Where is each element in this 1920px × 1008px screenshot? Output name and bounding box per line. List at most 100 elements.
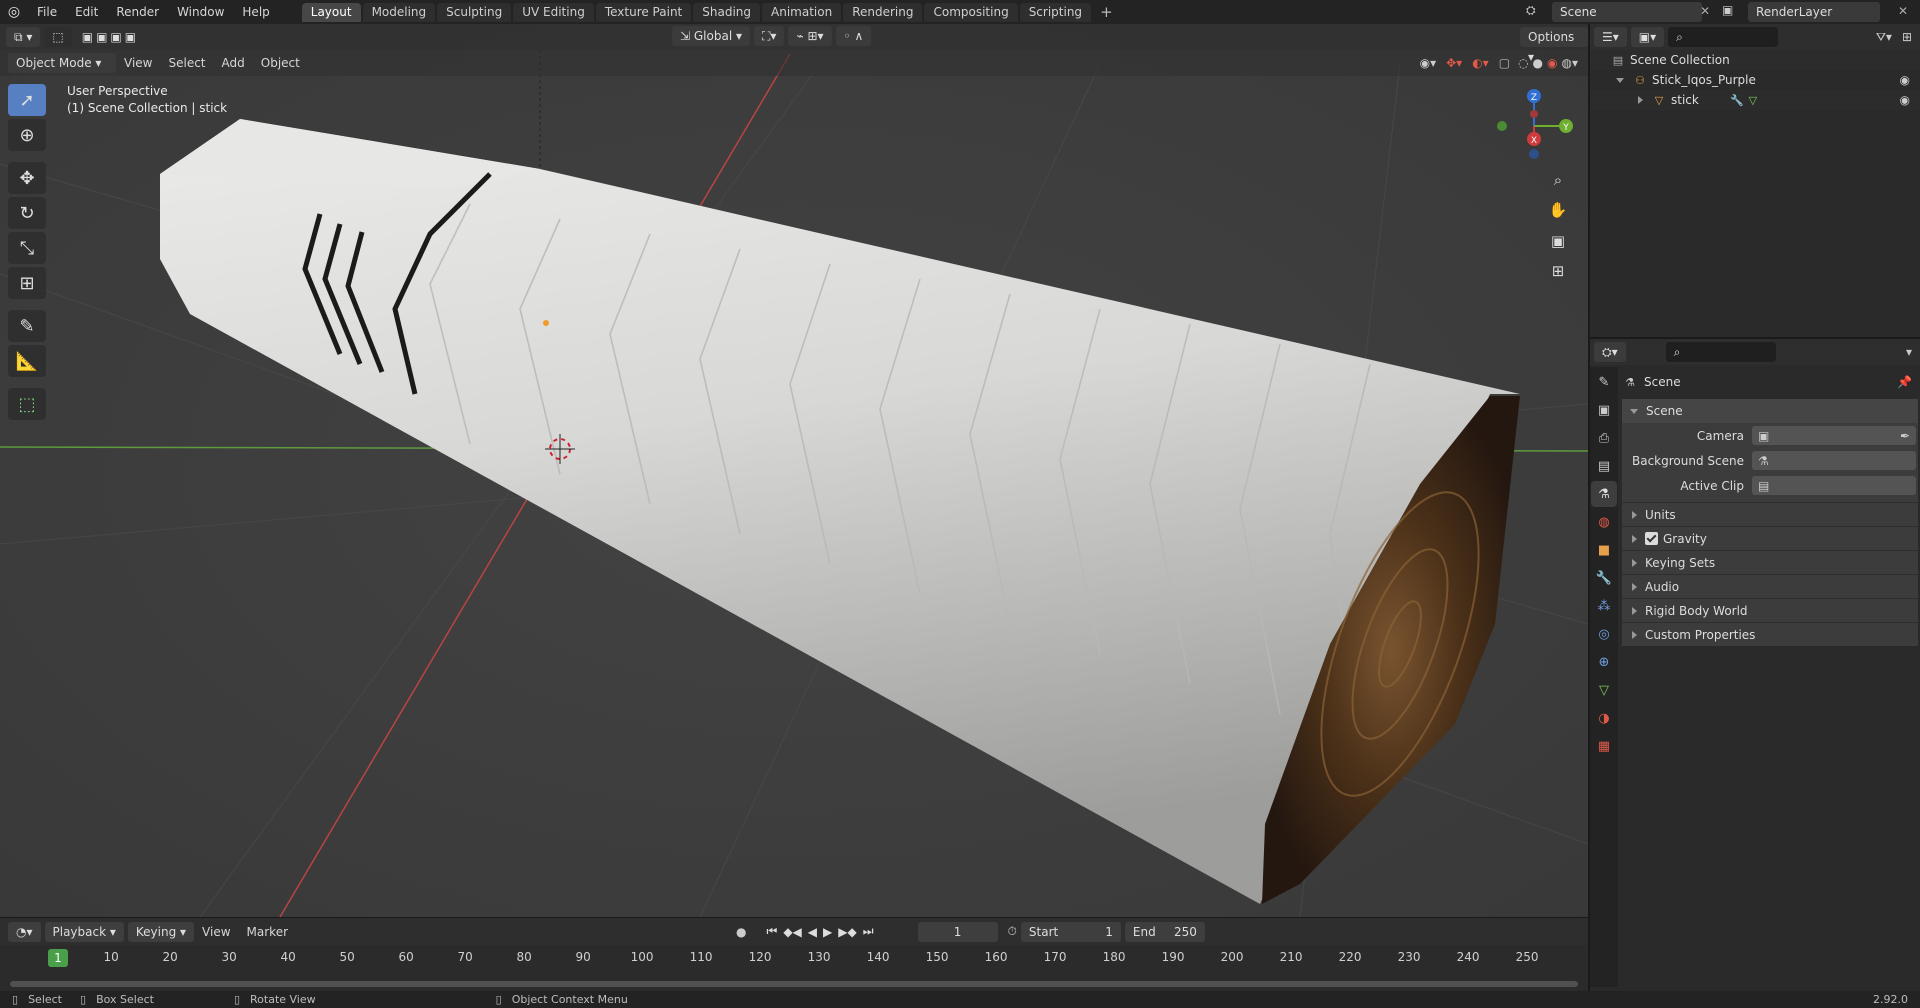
marker-menu[interactable]: Marker <box>239 925 296 939</box>
mode-buttons[interactable]: ▣▣▣▣ <box>82 30 139 44</box>
material-tab-icon[interactable]: ◑ <box>1591 705 1617 731</box>
physics-tab-icon[interactable]: ◎ <box>1591 621 1617 647</box>
menu-render[interactable]: Render <box>107 0 168 24</box>
outliner-object[interactable]: ▽ stick 🔧 ▽ ◉ <box>1590 90 1920 110</box>
add-workspace-icon[interactable]: + <box>1092 3 1121 21</box>
play-reverse-icon[interactable]: ◀ <box>808 925 817 939</box>
xray-icon[interactable]: ▢ <box>1499 56 1510 70</box>
shading-material-icon[interactable]: ◉ <box>1547 56 1557 70</box>
tab-compositing[interactable]: Compositing <box>924 2 1018 22</box>
measure-tool-icon[interactable]: 📐 <box>8 345 46 377</box>
orientation-selector[interactable]: ⇲ Global ▾ <box>672 26 750 46</box>
snap-icon[interactable]: ⌁ ⊞▾ <box>788 26 832 46</box>
current-frame-field[interactable]: 1 <box>917 921 998 942</box>
shading-solid-icon[interactable]: ● <box>1533 56 1543 70</box>
start-frame-field[interactable]: Start 1 <box>1020 921 1121 942</box>
render-tab-icon[interactable]: ▣ <box>1591 397 1617 423</box>
tab-animation[interactable]: Animation <box>762 2 842 22</box>
properties-options-icon[interactable]: ▾ <box>1906 345 1912 359</box>
visibility-icon[interactable]: ◉▾ <box>1420 56 1437 70</box>
playback-menu[interactable]: Playback ▾ <box>44 921 124 942</box>
rotate-tool-icon[interactable]: ↻ <box>8 197 46 229</box>
modifier-tab-icon[interactable]: 🔧 <box>1591 565 1617 591</box>
editor-type-icon[interactable]: ⧉ ▾ <box>6 27 41 47</box>
preview-range-icon[interactable]: ⏱ <box>1008 924 1017 939</box>
outliner-search-input[interactable]: ⌕ <box>1668 27 1779 47</box>
tab-uv-editing[interactable]: UV Editing <box>513 2 594 22</box>
outliner-root[interactable]: ▤ Scene Collection <box>1590 50 1920 70</box>
blender-logo-icon[interactable]: ◎ <box>0 4 28 20</box>
tool-tab-icon[interactable]: ✎ <box>1591 369 1617 395</box>
rigid-body-world-subpanel[interactable]: Rigid Body World <box>1622 598 1918 622</box>
move-tool-icon[interactable]: ✥ <box>8 162 46 194</box>
eyedropper-icon[interactable]: ✒ <box>1900 429 1910 443</box>
keying-menu[interactable]: Keying ▾ <box>127 921 195 942</box>
viewport-scene[interactable]: Z Y X <box>0 24 1588 917</box>
select-menu[interactable]: Select <box>160 56 213 70</box>
add-menu[interactable]: Add <box>214 56 253 70</box>
transform-tool-icon[interactable]: ⊞ <box>8 267 46 299</box>
pivot-icon[interactable]: ⛶▾ <box>754 26 785 46</box>
gravity-subpanel[interactable]: Gravity <box>1622 526 1918 550</box>
tab-shading[interactable]: Shading <box>693 2 760 22</box>
audio-subpanel[interactable]: Audio <box>1622 574 1918 598</box>
close-view-layer-icon[interactable]: ✕ <box>1898 4 1908 18</box>
menu-edit[interactable]: Edit <box>66 0 107 24</box>
eye-icon[interactable]: ◉ <box>1900 73 1910 87</box>
annotate-tool-icon[interactable]: ✎ <box>8 310 46 342</box>
timeline-view-menu[interactable]: View <box>194 925 238 939</box>
shading-rendered-icon[interactable]: ◍▾ <box>1562 56 1579 70</box>
view-menu[interactable]: View <box>116 56 160 70</box>
outliner-collection[interactable]: ⚇ Stick_Iqos_Purple ◉ <box>1590 70 1920 90</box>
tab-scripting[interactable]: Scripting <box>1019 2 1092 22</box>
gizmo-toggle-icon[interactable]: ✥▾ <box>1446 56 1462 70</box>
display-mode-icon[interactable]: ▣▾ <box>1630 27 1665 47</box>
tab-texture-paint[interactable]: Texture Paint <box>595 2 692 22</box>
proportional-icon[interactable]: ◦ ∧ <box>835 26 872 46</box>
overlay-toggle-icon[interactable]: ◐▾ <box>1472 56 1489 70</box>
view-layer-field[interactable]: RenderLayer <box>1748 2 1880 22</box>
menu-file[interactable]: File <box>28 0 66 24</box>
custom-properties-subpanel[interactable]: Custom Properties <box>1622 622 1918 646</box>
tab-rendering[interactable]: Rendering <box>843 2 923 22</box>
end-frame-field[interactable]: End 250 <box>1124 921 1205 942</box>
jump-start-icon[interactable]: ⏮ <box>767 924 778 939</box>
tab-sculpting[interactable]: Sculpting <box>437 2 512 22</box>
outliner-editor-icon[interactable]: ☰▾ <box>1594 27 1627 47</box>
world-tab-icon[interactable]: ◍ <box>1591 509 1617 535</box>
object-tab-icon[interactable]: ■ <box>1591 537 1617 563</box>
scene-field[interactable]: Scene <box>1552 2 1702 22</box>
particles-tab-icon[interactable]: ⁂ <box>1591 593 1617 619</box>
pan-hand-icon[interactable]: ✋ <box>1545 197 1571 223</box>
properties-search-input[interactable]: ⌕ <box>1665 342 1776 362</box>
scene-tab-icon[interactable]: ⚗ <box>1591 481 1617 507</box>
data-tab-icon[interactable]: ▽ <box>1591 677 1617 703</box>
scene-selector-icon[interactable]: ⛭ <box>1526 3 1536 18</box>
object-menu[interactable]: Object <box>253 56 308 70</box>
scale-tool-icon[interactable]: ⤡ <box>8 232 46 264</box>
mode-selector[interactable]: Object Mode ▾ <box>8 53 116 73</box>
add-cube-tool-icon[interactable]: ⬚ <box>8 388 46 420</box>
keying-sets-subpanel[interactable]: Keying Sets <box>1622 550 1918 574</box>
tab-modeling[interactable]: Modeling <box>362 2 436 22</box>
menu-help[interactable]: Help <box>233 0 278 24</box>
view-layer-tab-icon[interactable]: ▤ <box>1591 453 1617 479</box>
object-origin[interactable] <box>543 320 549 326</box>
3d-viewport[interactable]: Z Y X ⧉ ▾ ⬚ ▣▣▣▣ Object Mode ▾ View Sele… <box>0 24 1588 917</box>
zoom-icon[interactable]: ⌕ <box>1545 167 1571 193</box>
filter-icon[interactable]: ⛛▾ <box>1876 30 1892 45</box>
properties-editor-icon[interactable]: ⛭▾ <box>1594 342 1626 362</box>
timeline-scrollbar[interactable] <box>10 981 1578 987</box>
select-box-icon[interactable]: ⬚ <box>44 27 72 47</box>
camera-field[interactable]: ▣ ✒ <box>1752 426 1916 445</box>
menu-window[interactable]: Window <box>168 0 233 24</box>
gravity-checkbox[interactable] <box>1645 532 1658 545</box>
playhead[interactable]: 1 <box>48 949 68 967</box>
timeline-editor-icon[interactable]: ◔▾ <box>8 921 41 942</box>
camera-view-icon[interactable]: ▣ <box>1545 228 1571 254</box>
pin-icon[interactable]: 📌 <box>1897 375 1912 389</box>
select-tool-icon[interactable]: ➚ <box>8 84 46 116</box>
ortho-grid-icon[interactable]: ⊞ <box>1545 258 1571 284</box>
units-subpanel[interactable]: Units <box>1622 502 1918 526</box>
timeline-ruler[interactable]: 10 20 30 40 50 60 70 80 90 100 110 120 130 140 150 160 1… <box>0 948 1588 968</box>
